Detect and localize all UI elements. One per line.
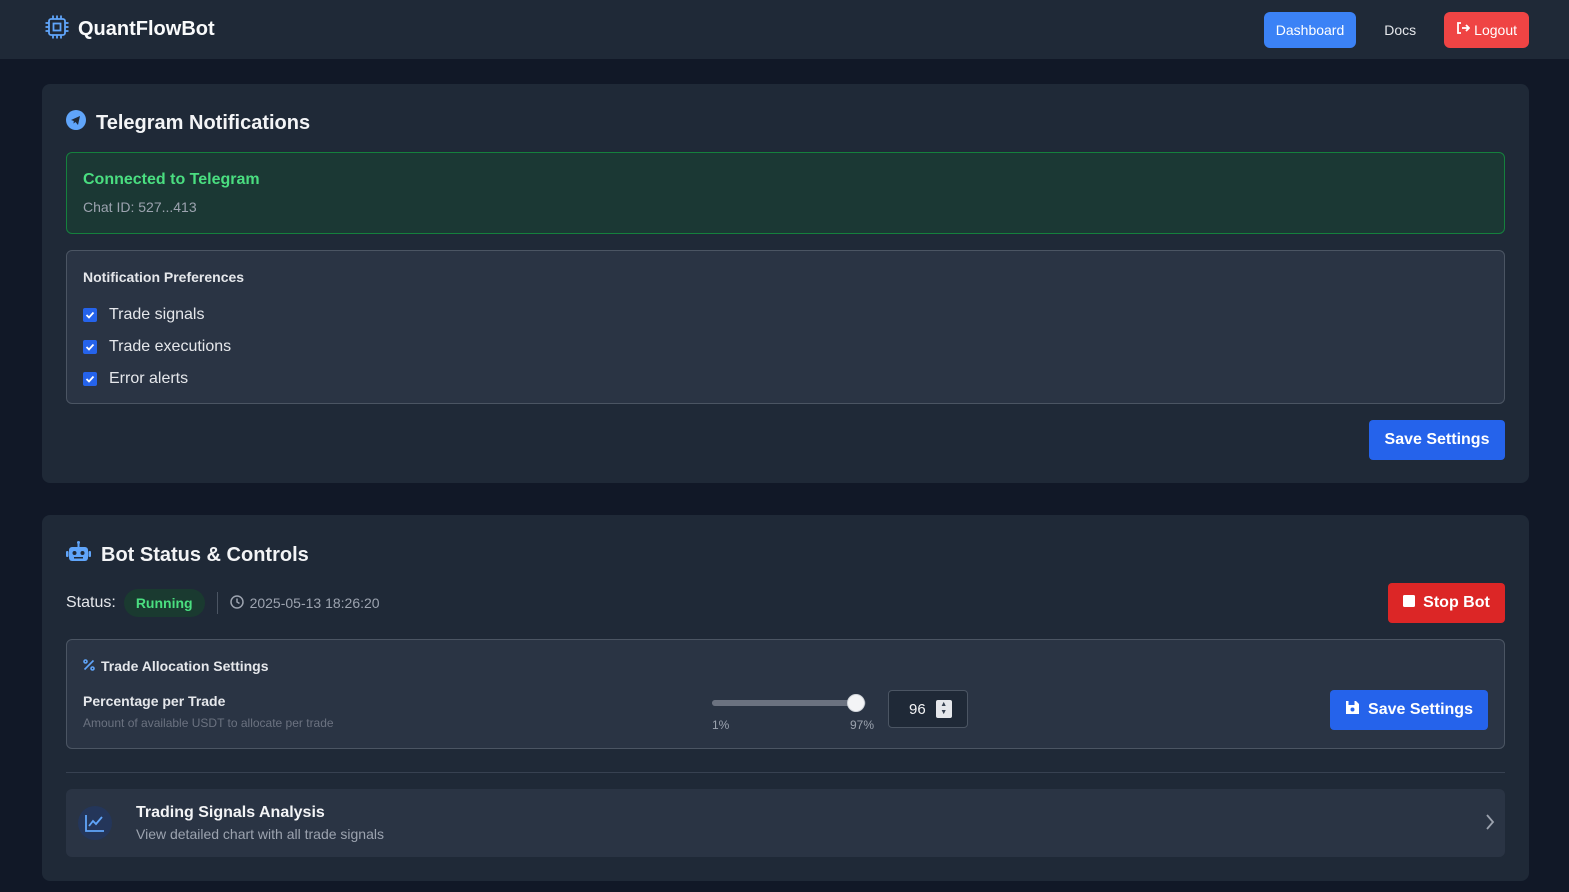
checkbox-trade-executions[interactable] [83, 340, 97, 354]
clock-icon [229, 594, 244, 612]
stop-icon [1403, 594, 1416, 612]
logout-button[interactable]: Logout [1444, 11, 1529, 48]
stepper-icon[interactable]: ▲ ▼ [935, 700, 952, 718]
timestamp: 2025-05-13 18:26:20 [229, 594, 380, 612]
pref-trade-executions[interactable]: Trade executions [83, 331, 1488, 363]
top-navbar: QuantFlowBot Dashboard Docs Logout [0, 0, 1569, 59]
telegram-card: Telegram Notifications Connected to Tele… [42, 84, 1529, 483]
save-telegram-settings-button[interactable]: Save Settings [1369, 420, 1505, 460]
bot-status-card: Bot Status & Controls Status: Running 20… [42, 515, 1529, 881]
signals-subtitle: View detailed chart with all trade signa… [136, 826, 384, 842]
stop-bot-label: Stop Bot [1423, 594, 1490, 611]
allocation-title: Trade Allocation Settings [101, 658, 269, 674]
slider-fill [712, 700, 865, 706]
floppy-disk-icon [1345, 700, 1360, 720]
slider-thumb[interactable] [846, 694, 865, 712]
slider-min-label: 1% [712, 718, 730, 732]
pref-label: Trade signals [109, 306, 205, 323]
status-badge: Running [123, 589, 205, 617]
checkbox-error-alerts[interactable] [83, 372, 97, 386]
trading-signals-link[interactable]: Trading Signals Analysis View detailed c… [66, 789, 1505, 857]
allocation-title-row: Trade Allocation Settings [83, 658, 269, 674]
dashboard-button[interactable]: Dashboard [1263, 11, 1357, 48]
divider [216, 592, 218, 614]
percentage-label: Percentage per Trade [83, 693, 226, 709]
connection-status: Connected to Telegram [83, 171, 260, 188]
sign-out-icon [1456, 12, 1471, 48]
percentage-value: 96 [909, 700, 926, 718]
app-name: QuantFlowBot [78, 18, 215, 40]
chevron-right-icon [1485, 813, 1495, 836]
percentage-description: Amount of available USDT to allocate per… [83, 716, 334, 730]
telegram-connected-box: Connected to Telegram Chat ID: 527...413 [66, 152, 1505, 234]
pref-trade-signals[interactable]: Trade signals [83, 299, 1488, 331]
brand[interactable]: QuantFlowBot [44, 14, 215, 45]
chart-line-icon [78, 806, 112, 840]
save-allocation-button[interactable]: Save Settings [1330, 690, 1488, 730]
notification-preferences: Notification Preferences Trade signals T… [66, 250, 1505, 404]
save-allocation-label: Save Settings [1368, 701, 1473, 718]
bot-title: Bot Status & Controls [101, 543, 309, 566]
chat-id: Chat ID: 527...413 [83, 199, 197, 215]
pref-error-alerts[interactable]: Error alerts [83, 363, 1488, 395]
telegram-title: Telegram Notifications [96, 111, 311, 134]
logout-label: Logout [1474, 21, 1517, 38]
trade-allocation-settings: Trade Allocation Settings Percentage per… [66, 639, 1505, 749]
pref-label: Trade executions [109, 338, 232, 355]
docs-link[interactable]: Docs [1368, 22, 1432, 38]
cpu-chip-icon [44, 14, 70, 45]
status-label: Status: [66, 594, 116, 611]
percent-icon [83, 658, 95, 674]
telegram-title-row: Telegram Notifications [66, 110, 310, 136]
stop-bot-button[interactable]: Stop Bot [1388, 583, 1505, 623]
slider-max-label: 97% [850, 718, 875, 732]
bot-title-row: Bot Status & Controls [66, 541, 309, 569]
percentage-input[interactable]: 96 ▲ ▼ [888, 690, 968, 728]
status-row: Status: Running 2025-05-13 18:26:20 Stop… [66, 583, 1505, 623]
robot-icon [66, 541, 91, 569]
percentage-slider[interactable] [712, 694, 866, 712]
pref-label: Error alerts [109, 370, 189, 387]
preferences-title: Notification Preferences [83, 269, 245, 285]
timestamp-value: 2025-05-13 18:26:20 [249, 595, 380, 611]
nav-links: Dashboard Docs Logout [1263, 11, 1529, 48]
signals-text: Trading Signals Analysis View detailed c… [136, 804, 384, 842]
signals-title: Trading Signals Analysis [136, 804, 325, 821]
telegram-icon [66, 110, 86, 136]
checkbox-trade-signals[interactable] [83, 308, 97, 322]
section-divider [66, 772, 1505, 773]
